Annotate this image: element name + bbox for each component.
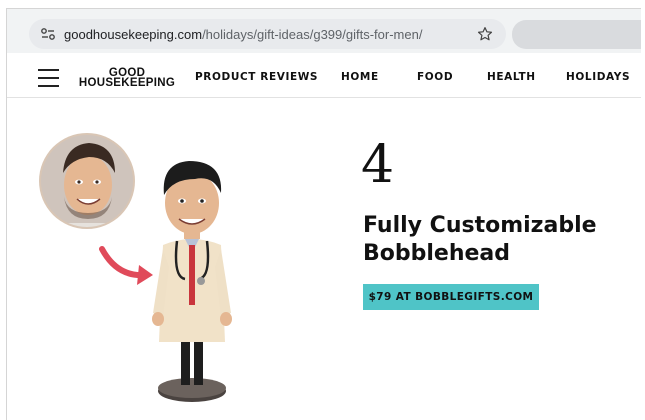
browser-window: goodhousekeeping.com/holidays/gift-ideas… — [6, 8, 641, 420]
nav-item-home[interactable]: HOME — [341, 71, 379, 83]
bookmark-star-icon[interactable] — [476, 25, 494, 43]
customer-photo-circle — [39, 133, 135, 229]
url-path: /holidays/gift-ideas/g399/gifts-for-men/ — [202, 26, 423, 42]
address-bar[interactable]: goodhousekeeping.com/holidays/gift-ideas… — [29, 19, 506, 49]
site-nav-bar: GOOD HOUSEKEEPING PRODUCT REVIEWS HOME F… — [7, 59, 641, 98]
nav-item-food[interactable]: FOOD — [417, 71, 453, 83]
browser-toolbar: goodhousekeeping.com/holidays/gift-ideas… — [7, 9, 641, 53]
site-logo[interactable]: GOOD HOUSEKEEPING — [77, 67, 177, 89]
bobblehead-figure — [152, 161, 232, 402]
nav-item-health[interactable]: HEALTH — [487, 71, 536, 83]
logo-line-2: HOUSEKEEPING — [78, 77, 176, 89]
url-text[interactable]: goodhousekeeping.com/holidays/gift-ideas… — [64, 27, 422, 42]
bobblehead-product-image[interactable] — [27, 127, 247, 407]
nav-item-holidays[interactable]: HOLIDAYS — [566, 71, 630, 83]
product-title-line-1: Fully Customizable — [363, 213, 597, 238]
site-settings-icon[interactable] — [35, 24, 61, 44]
product-title[interactable]: Fully Customizable Bobblehead — [363, 212, 633, 268]
product-title-line-2: Bobblehead — [363, 241, 511, 266]
item-number: 4 — [361, 135, 395, 195]
url-domain: goodhousekeeping.com — [64, 26, 203, 42]
toolbar-extension-area — [512, 20, 641, 49]
hamburger-menu-icon[interactable] — [38, 69, 59, 87]
buy-button[interactable]: $79 AT BOBBLEGIFTS.COM — [363, 284, 539, 310]
curved-arrow-icon — [99, 246, 153, 285]
nav-item-product-reviews[interactable]: PRODUCT REVIEWS — [195, 71, 318, 83]
